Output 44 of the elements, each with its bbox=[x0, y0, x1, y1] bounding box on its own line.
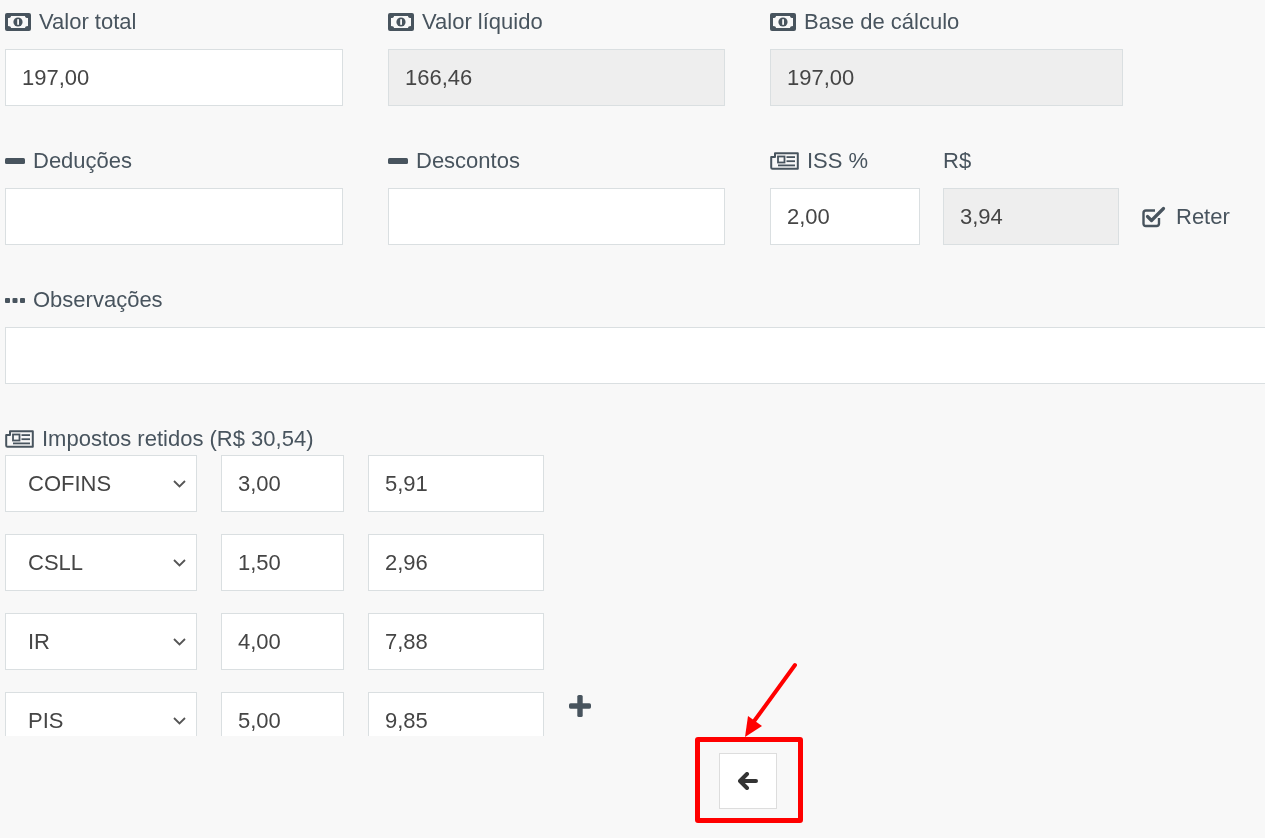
tax-select[interactable]: PIS bbox=[5, 692, 197, 736]
field-label: R$ bbox=[943, 148, 972, 174]
input-field[interactable] bbox=[388, 188, 725, 245]
amount-field[interactable]: 9,85 bbox=[368, 692, 544, 736]
tax-select[interactable]: CSLL bbox=[5, 534, 197, 591]
minus-icon bbox=[388, 158, 408, 164]
newspaper-icon bbox=[770, 152, 799, 170]
chevron-down-icon bbox=[173, 637, 186, 646]
rate-field[interactable]: 5,00 bbox=[221, 692, 344, 736]
back-button[interactable] bbox=[719, 753, 777, 809]
field-label: Valor líquido bbox=[422, 9, 543, 35]
input-field[interactable] bbox=[5, 188, 343, 245]
minus-icon bbox=[5, 158, 25, 164]
banknote-icon bbox=[5, 13, 31, 31]
section-title: Impostos retidos (R$ 30,54) bbox=[42, 426, 314, 452]
rate-field[interactable]: 4,00 bbox=[221, 613, 344, 670]
newspaper-icon bbox=[5, 430, 34, 448]
arrow-left-icon bbox=[738, 772, 758, 790]
rate-field[interactable]: 2,00 bbox=[770, 188, 920, 245]
rate-field[interactable]: 3,00 bbox=[221, 455, 344, 512]
tax-select[interactable]: COFINS bbox=[5, 455, 197, 512]
banknote-icon bbox=[770, 13, 796, 31]
value-field[interactable]: 197,00 bbox=[5, 49, 343, 106]
amount-field[interactable]: 7,88 bbox=[368, 613, 544, 670]
chevron-down-icon bbox=[173, 479, 186, 488]
field-label: Observações bbox=[33, 287, 163, 313]
tax-select[interactable]: IR bbox=[5, 613, 197, 670]
notes-field[interactable] bbox=[5, 327, 1265, 384]
field-label: ISS % bbox=[807, 148, 869, 174]
checkbox-label[interactable]: Reter bbox=[1176, 203, 1230, 230]
amount-field[interactable]: 5,91 bbox=[368, 455, 544, 512]
chevron-down-icon bbox=[173, 716, 186, 725]
checked-checkbox-icon[interactable] bbox=[1142, 205, 1166, 228]
banknote-icon bbox=[388, 13, 414, 31]
chevron-down-icon bbox=[173, 558, 186, 567]
amount-field[interactable]: 2,96 bbox=[368, 534, 544, 591]
rate-field[interactable]: 1,50 bbox=[221, 534, 344, 591]
ellipsis-icon bbox=[5, 297, 25, 303]
field-label: Deduções bbox=[33, 148, 133, 174]
field-label: Base de cálculo bbox=[804, 9, 960, 35]
field-label: Valor total bbox=[39, 9, 137, 35]
field-label: Descontos bbox=[416, 148, 520, 174]
plus-icon bbox=[569, 695, 591, 717]
add-button[interactable] bbox=[569, 695, 591, 717]
